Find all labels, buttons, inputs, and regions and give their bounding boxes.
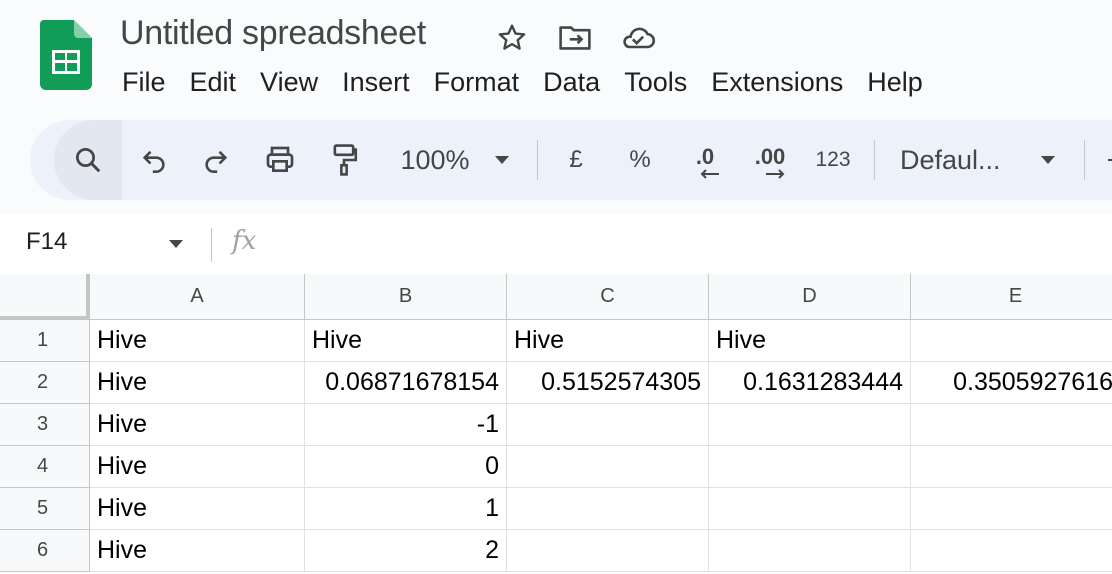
- font-dropdown-arrow-icon[interactable]: [1036, 120, 1060, 200]
- cell-a1[interactable]: Hive: [90, 320, 305, 362]
- menu-bar: File Edit View Insert Format Data Tools …: [110, 62, 935, 102]
- format-currency-button[interactable]: £: [556, 120, 596, 200]
- column-header-e[interactable]: E: [911, 274, 1112, 320]
- menu-data[interactable]: Data: [531, 62, 612, 102]
- arrow-right-icon: [766, 169, 785, 179]
- cell-e1[interactable]: [911, 320, 1112, 362]
- move-to-folder-icon[interactable]: [557, 20, 593, 56]
- menu-extensions[interactable]: Extensions: [699, 62, 855, 102]
- menu-tools[interactable]: Tools: [612, 62, 699, 102]
- arrow-left-icon: [700, 169, 719, 179]
- toolbar: 100% £ % .0 .00 123 Defaul...: [30, 120, 1112, 200]
- undo-icon[interactable]: [132, 120, 176, 200]
- print-icon[interactable]: [258, 120, 302, 200]
- column-header-a[interactable]: A: [90, 274, 305, 320]
- cell-a6[interactable]: Hive: [90, 530, 305, 572]
- fx-icon: fx: [232, 226, 257, 256]
- formula-divider: [211, 228, 212, 262]
- cell-d5[interactable]: [709, 488, 911, 530]
- zoom-select[interactable]: 100%: [390, 120, 480, 200]
- cell-b2[interactable]: 0.06871678154: [305, 362, 507, 404]
- formula-input[interactable]: [280, 224, 1100, 264]
- increase-decimal-button[interactable]: .00: [742, 120, 798, 200]
- cell-b5[interactable]: 1: [305, 488, 507, 530]
- column-header-b[interactable]: B: [305, 274, 507, 320]
- font-select[interactable]: Defaul...: [900, 120, 1024, 200]
- cell-a4[interactable]: Hive: [90, 446, 305, 488]
- cell-a3[interactable]: Hive: [90, 404, 305, 446]
- zoom-dropdown-arrow-icon[interactable]: [490, 120, 514, 200]
- cell-c2[interactable]: 0.5152574305: [507, 362, 709, 404]
- menu-help[interactable]: Help: [855, 62, 935, 102]
- cell-a5[interactable]: Hive: [90, 488, 305, 530]
- cell-b4[interactable]: 0: [305, 446, 507, 488]
- zoom-value: 100%: [400, 144, 470, 175]
- more-formats-button[interactable]: 123: [808, 120, 858, 200]
- cell-e2[interactable]: 0.3505927616: [911, 362, 1112, 404]
- document-title[interactable]: Untitled spreadsheet: [120, 14, 426, 53]
- row-header-1[interactable]: 1: [0, 320, 90, 362]
- redo-icon[interactable]: [194, 120, 238, 200]
- formula-bar: F14 fx: [0, 214, 1112, 274]
- star-icon[interactable]: [494, 20, 530, 56]
- column-header-c[interactable]: C: [507, 274, 709, 320]
- menu-edit[interactable]: Edit: [178, 62, 249, 102]
- cell-e4[interactable]: [911, 446, 1112, 488]
- select-all-corner[interactable]: [0, 274, 90, 320]
- name-box[interactable]: F14: [26, 228, 67, 256]
- cell-e3[interactable]: [911, 404, 1112, 446]
- cell-c6[interactable]: [507, 530, 709, 572]
- header: Untitled spreadsheet File Edit View Inse…: [0, 0, 1112, 116]
- cell-c1[interactable]: Hive: [507, 320, 709, 362]
- cell-c4[interactable]: [507, 446, 709, 488]
- menu-view[interactable]: View: [248, 62, 330, 102]
- cell-b6[interactable]: 2: [305, 530, 507, 572]
- cell-d6[interactable]: [709, 530, 911, 572]
- menu-file[interactable]: File: [110, 62, 178, 102]
- row-header-6[interactable]: 6: [0, 530, 90, 572]
- cell-d2[interactable]: 0.1631283444: [709, 362, 911, 404]
- toolbar-divider: [537, 140, 538, 180]
- cell-d1[interactable]: Hive: [709, 320, 911, 362]
- menu-insert[interactable]: Insert: [330, 62, 422, 102]
- toolbar-divider: [874, 140, 875, 180]
- name-box-dropdown-icon[interactable]: [168, 236, 184, 254]
- font-size-decrease-icon[interactable]: [1104, 120, 1112, 200]
- toolbar-divider: [1084, 140, 1085, 180]
- font-value: Defaul...: [900, 144, 1001, 175]
- row-header-5[interactable]: 5: [0, 488, 90, 530]
- row-header-3[interactable]: 3: [0, 404, 90, 446]
- sheets-logo-icon[interactable]: [40, 20, 92, 90]
- search-menus-icon[interactable]: [54, 120, 122, 200]
- decrease-decimal-button[interactable]: .0: [680, 120, 730, 200]
- format-percent-button[interactable]: %: [620, 120, 660, 200]
- menu-format[interactable]: Format: [422, 62, 532, 102]
- row-header-2[interactable]: 2: [0, 362, 90, 404]
- paint-format-icon[interactable]: [322, 120, 366, 200]
- cell-d4[interactable]: [709, 446, 911, 488]
- cloud-saved-icon[interactable]: [620, 20, 656, 56]
- column-header-d[interactable]: D: [709, 274, 911, 320]
- cell-e6[interactable]: [911, 530, 1112, 572]
- cell-d3[interactable]: [709, 404, 911, 446]
- spreadsheet-grid: A B C D E 1 Hive Hive Hive Hive 2 Hive 0.06871678154…: [0, 274, 1112, 574]
- cell-c5[interactable]: [507, 488, 709, 530]
- cell-b1[interactable]: Hive: [305, 320, 507, 362]
- row-header-4[interactable]: 4: [0, 446, 90, 488]
- cell-e5[interactable]: [911, 488, 1112, 530]
- cell-a2[interactable]: Hive: [90, 362, 305, 404]
- cell-c3[interactable]: [507, 404, 709, 446]
- cell-b3[interactable]: -1: [305, 404, 507, 446]
